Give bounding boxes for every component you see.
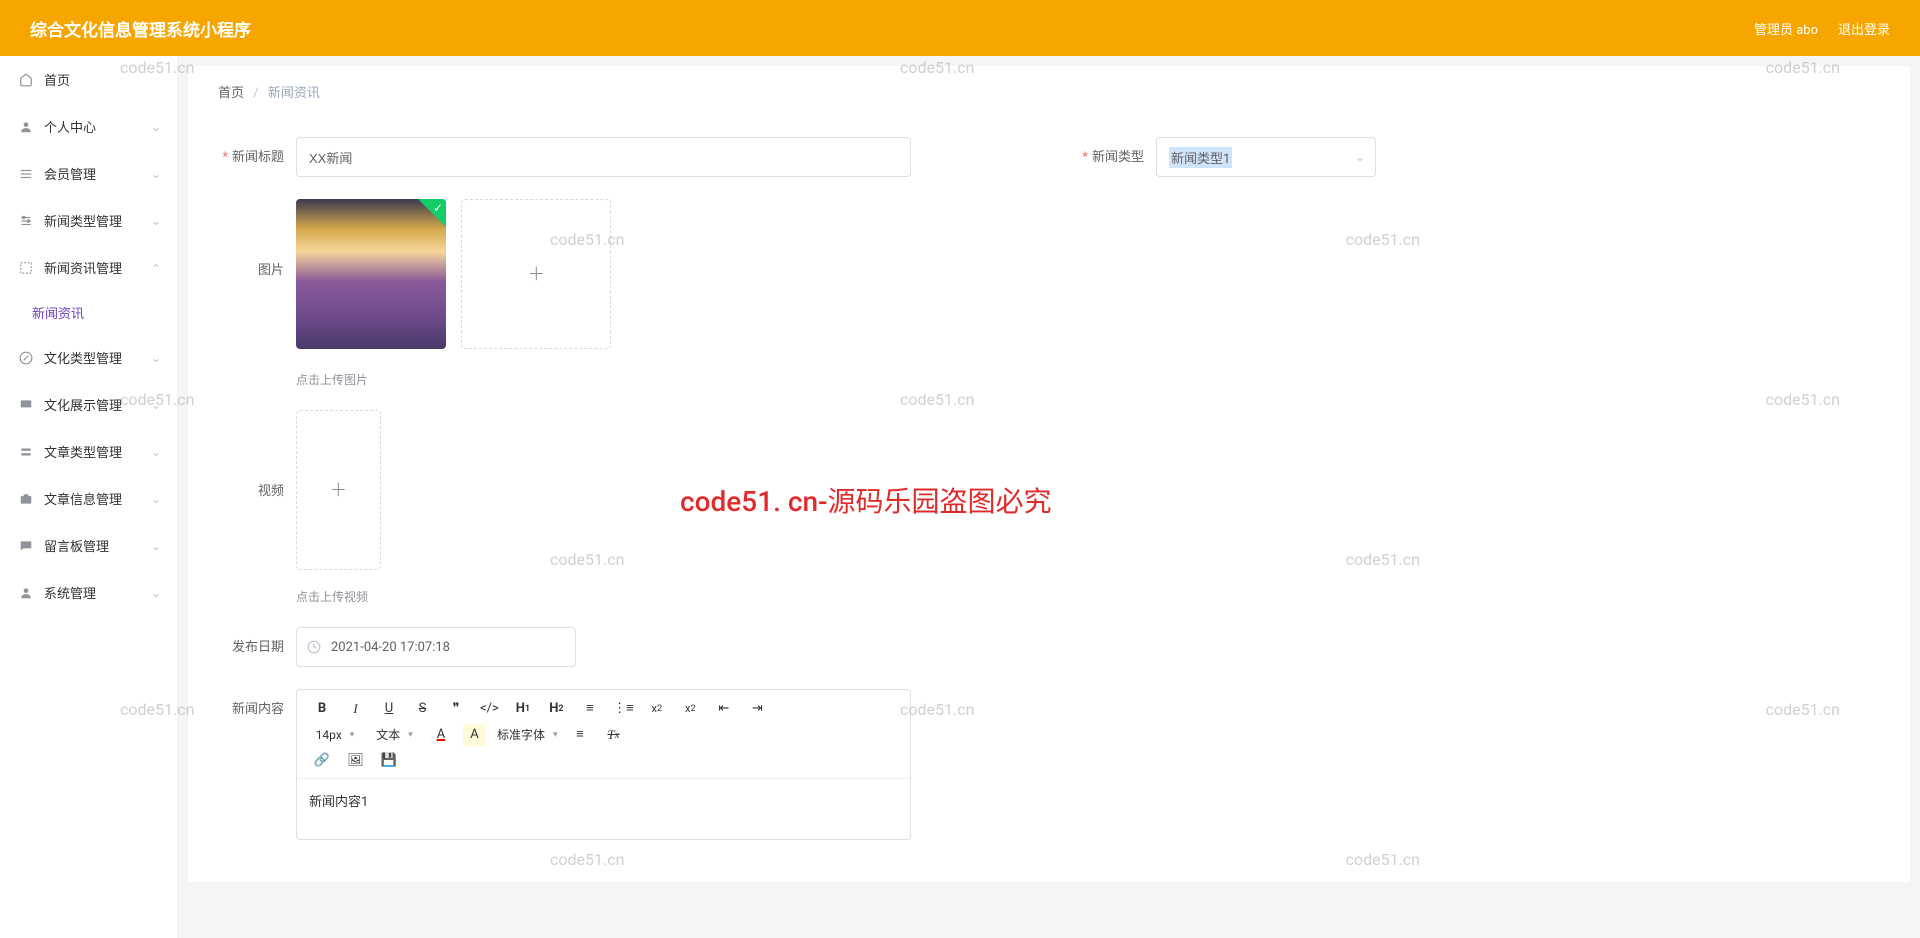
- underline-button[interactable]: U: [378, 698, 400, 720]
- h1-button[interactable]: H1: [512, 698, 534, 720]
- chevron-down-icon: ⌄: [151, 539, 161, 553]
- header-user-area: 管理员 abo 退出登录: [1754, 19, 1890, 38]
- sliders-icon: [18, 213, 34, 229]
- video-label: 视频: [218, 410, 296, 499]
- user-icon: [18, 119, 34, 135]
- quote-button[interactable]: ❞: [445, 698, 467, 720]
- admin-label[interactable]: 管理员 abo: [1754, 19, 1818, 38]
- video-upload-tip: 点击上传视频: [296, 588, 1880, 605]
- bold-button[interactable]: B: [311, 698, 333, 720]
- title-input[interactable]: [296, 137, 911, 177]
- editor-toolbar: B I U S ❞ </> H1 H2 ≡ ⋮≡ x2 x2 ⇤: [297, 690, 910, 779]
- video-upload-box[interactable]: +: [296, 410, 381, 570]
- message-icon: [18, 538, 34, 554]
- date-input[interactable]: 2021-04-20 17:07:18: [296, 627, 576, 667]
- chevron-down-icon: ⌄: [1355, 150, 1365, 164]
- main-content: 首页 / 新闻资讯 新闻标题 新闻类型 新闻类型1 ⌄: [178, 56, 1920, 938]
- type-select[interactable]: 新闻类型1 ⌄: [1156, 137, 1376, 177]
- ordered-list-button[interactable]: ≡: [579, 698, 601, 720]
- sidebar-item-culture-show[interactable]: 文化展示管理 ⌄: [0, 381, 177, 428]
- align-button[interactable]: ≡: [569, 724, 591, 746]
- save-icon[interactable]: 💾: [378, 750, 400, 772]
- link-button[interactable]: 🔗: [311, 750, 333, 772]
- tag-icon: [18, 444, 34, 460]
- breadcrumb-root[interactable]: 首页: [218, 86, 244, 101]
- editor-body[interactable]: 新闻内容1: [297, 779, 910, 839]
- plus-icon: +: [331, 475, 346, 505]
- image-label: 图片: [218, 199, 296, 278]
- content-label: 新闻内容: [218, 689, 296, 717]
- user-cog-icon: [18, 585, 34, 601]
- clock-icon: [307, 640, 321, 654]
- sidebar-item-news-info[interactable]: 新闻资讯管理 ⌄: [0, 244, 177, 291]
- home-icon: [18, 72, 34, 88]
- date-label: 发布日期: [218, 627, 296, 655]
- outdent-button[interactable]: ⇤: [713, 698, 735, 720]
- uploaded-image-thumb[interactable]: [296, 199, 446, 349]
- sidebar-item-system[interactable]: 系统管理 ⌄: [0, 569, 177, 616]
- app-header: 综合文化信息管理系统小程序 管理员 abo 退出登录: [0, 0, 1920, 56]
- clear-format-button[interactable]: Tx: [602, 724, 624, 746]
- chevron-up-icon: ⌄: [151, 261, 161, 275]
- sidebar-item-news-type[interactable]: 新闻类型管理 ⌄: [0, 197, 177, 244]
- image-upload-box[interactable]: +: [461, 199, 611, 349]
- h2-button[interactable]: H2: [545, 698, 567, 720]
- image-upload-tip: 点击上传图片: [296, 371, 1880, 388]
- code-button[interactable]: </>: [478, 698, 500, 720]
- sidebar-item-home[interactable]: 首页: [0, 56, 177, 103]
- image-button[interactable]: 🖼: [344, 750, 366, 772]
- chevron-down-icon: ⌄: [151, 398, 161, 412]
- sidebar-item-profile[interactable]: 个人中心 ⌄: [0, 103, 177, 150]
- chevron-down-icon: ⌄: [151, 167, 161, 181]
- briefcase-icon: [18, 491, 34, 507]
- plus-icon: +: [529, 259, 544, 289]
- chevron-down-icon: ⌄: [151, 214, 161, 228]
- sidebar-item-guestbook[interactable]: 留言板管理 ⌄: [0, 522, 177, 569]
- expand-icon: [18, 260, 34, 276]
- strike-button[interactable]: S: [411, 698, 433, 720]
- font-family-select[interactable]: 标准字体▾: [497, 724, 558, 746]
- type-label: 新闻类型: [1078, 137, 1156, 165]
- check-icon: [418, 199, 446, 227]
- unordered-list-button[interactable]: ⋮≡: [612, 698, 634, 720]
- sidebar-subitem-news[interactable]: 新闻资讯: [0, 291, 177, 334]
- font-size-select[interactable]: 14px▾: [311, 724, 359, 746]
- italic-button[interactable]: I: [344, 698, 366, 720]
- form-panel: 新闻标题 新闻类型 新闻类型1 ⌄ 图片: [188, 117, 1910, 882]
- font-style-select[interactable]: 文本▾: [370, 724, 418, 746]
- app-title: 综合文化信息管理系统小程序: [30, 16, 251, 41]
- sidebar: 首页 个人中心 ⌄ 会员管理 ⌄ 新闻类型管理 ⌄ 新闻资讯管理 ⌄ 新闻资讯 …: [0, 56, 178, 938]
- rich-text-editor: B I U S ❞ </> H1 H2 ≡ ⋮≡ x2 x2 ⇤: [296, 689, 911, 840]
- monitor-icon: [18, 397, 34, 413]
- title-label: 新闻标题: [218, 137, 296, 165]
- chevron-down-icon: ⌄: [151, 445, 161, 459]
- sidebar-item-article-info[interactable]: 文章信息管理 ⌄: [0, 475, 177, 522]
- chevron-down-icon: ⌄: [151, 351, 161, 365]
- sidebar-item-members[interactable]: 会员管理 ⌄: [0, 150, 177, 197]
- text-color-button[interactable]: A: [430, 724, 452, 746]
- chevron-down-icon: ⌄: [151, 492, 161, 506]
- sidebar-item-culture-type[interactable]: 文化类型管理 ⌄: [0, 334, 177, 381]
- breadcrumb: 首页 / 新闻资讯: [188, 66, 1910, 117]
- logout-button[interactable]: 退出登录: [1838, 19, 1890, 38]
- sidebar-item-article-type[interactable]: 文章类型管理 ⌄: [0, 428, 177, 475]
- list-icon: [18, 166, 34, 182]
- compass-icon: [18, 350, 34, 366]
- superscript-button[interactable]: x2: [679, 698, 701, 720]
- indent-button[interactable]: ⇥: [746, 698, 768, 720]
- chevron-down-icon: ⌄: [151, 586, 161, 600]
- breadcrumb-separator: /: [253, 86, 258, 101]
- bg-color-button[interactable]: A: [463, 724, 485, 746]
- breadcrumb-current: 新闻资讯: [268, 86, 320, 101]
- subscript-button[interactable]: x2: [646, 698, 668, 720]
- chevron-down-icon: ⌄: [151, 120, 161, 134]
